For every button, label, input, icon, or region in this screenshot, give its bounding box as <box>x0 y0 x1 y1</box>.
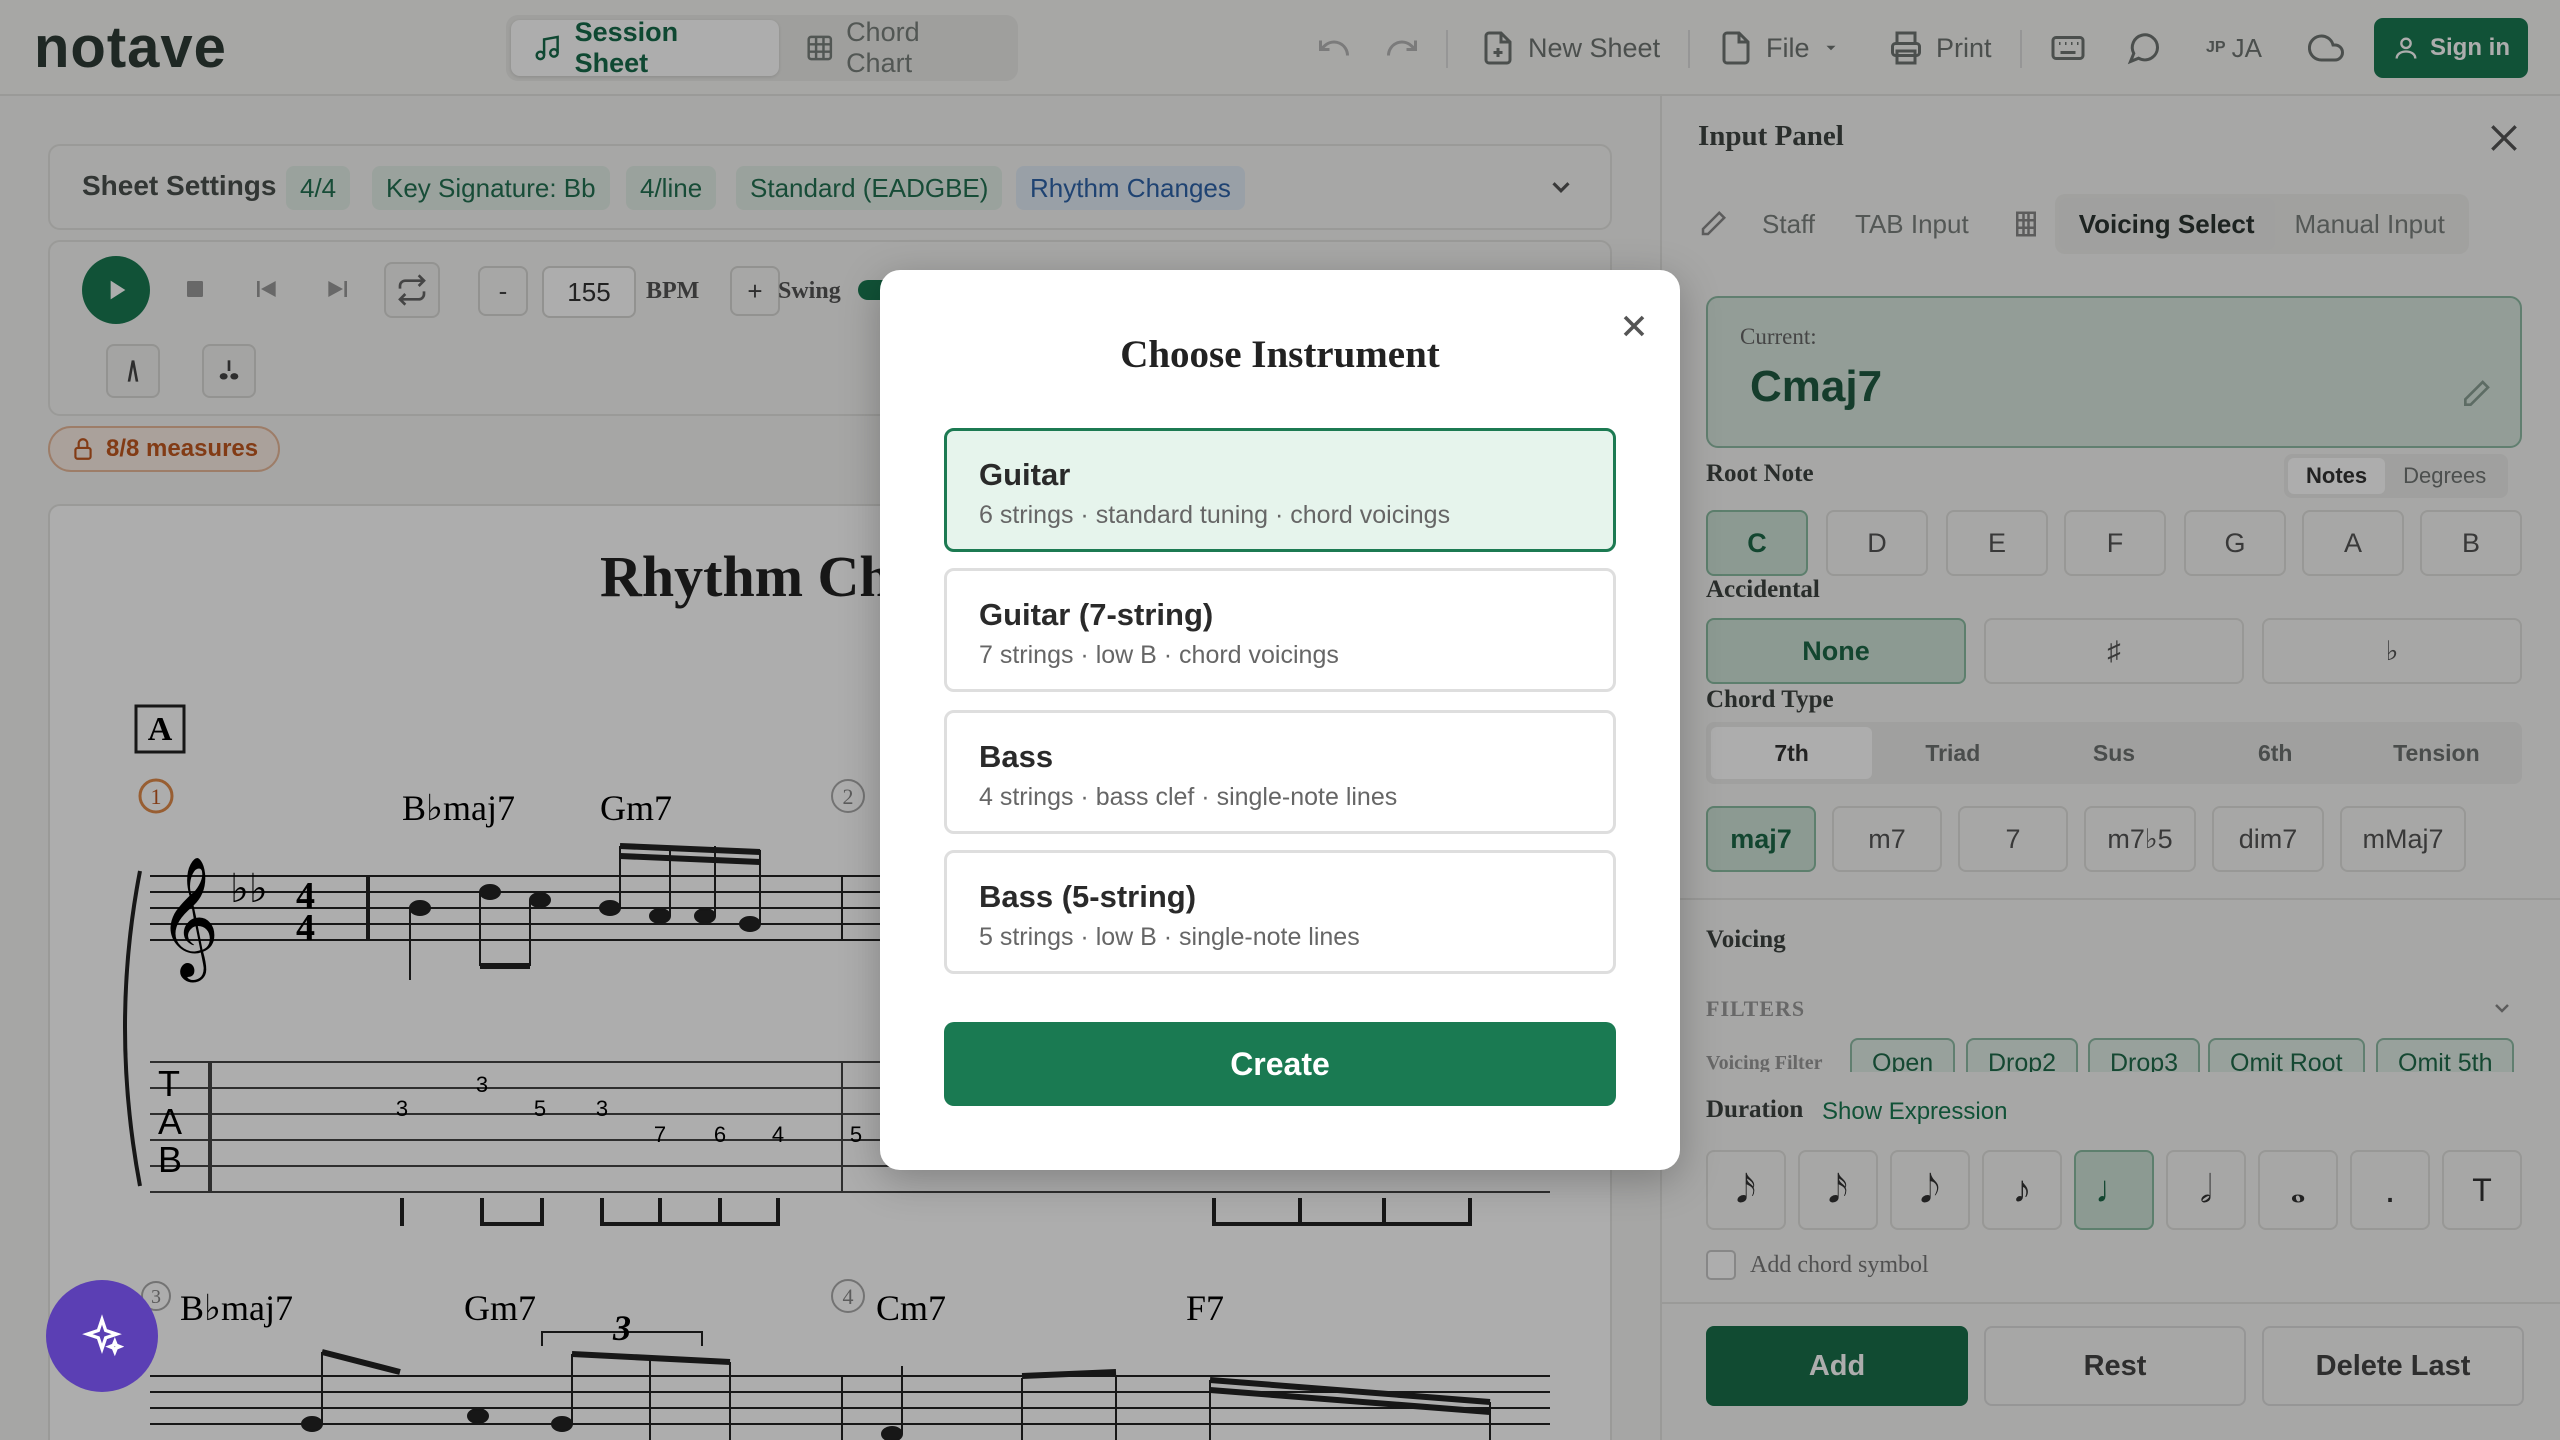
instrument-option-bass-5-string[interactable]: Bass (5-string) 5 strings · low B · sing… <box>944 850 1616 974</box>
instrument-option-guitar-7-string[interactable]: Guitar (7-string) 7 strings · low B · ch… <box>944 568 1616 692</box>
instrument-description: 7 strings · low B · chord voicings <box>979 641 1339 669</box>
instrument-option-bass[interactable]: Bass 4 strings · bass clef · single-note… <box>944 710 1616 834</box>
instrument-description: 5 strings · low B · single-note lines <box>979 923 1360 951</box>
instrument-name: Guitar <box>979 457 1071 492</box>
instrument-description: 4 strings · bass clef · single-note line… <box>979 783 1398 811</box>
instrument-option-guitar[interactable]: Guitar 6 strings · standard tuning · cho… <box>944 428 1616 552</box>
instrument-name: Bass <box>979 739 1054 774</box>
instrument-description: 6 strings · standard tuning · chord voic… <box>979 501 1451 529</box>
choose-instrument-dialog: Choose Instrument Guitar 6 strings · sta… <box>880 270 1680 1170</box>
instrument-name: Guitar (7-string) <box>979 597 1214 632</box>
sparkle-icon <box>82 1314 124 1357</box>
dialog-title: Choose Instrument <box>1120 333 1440 376</box>
close-icon[interactable] <box>1616 308 1652 344</box>
create-button[interactable]: Create <box>944 1022 1616 1106</box>
instrument-name: Bass (5-string) <box>979 879 1197 914</box>
ai-assistant-button[interactable] <box>46 1280 158 1392</box>
